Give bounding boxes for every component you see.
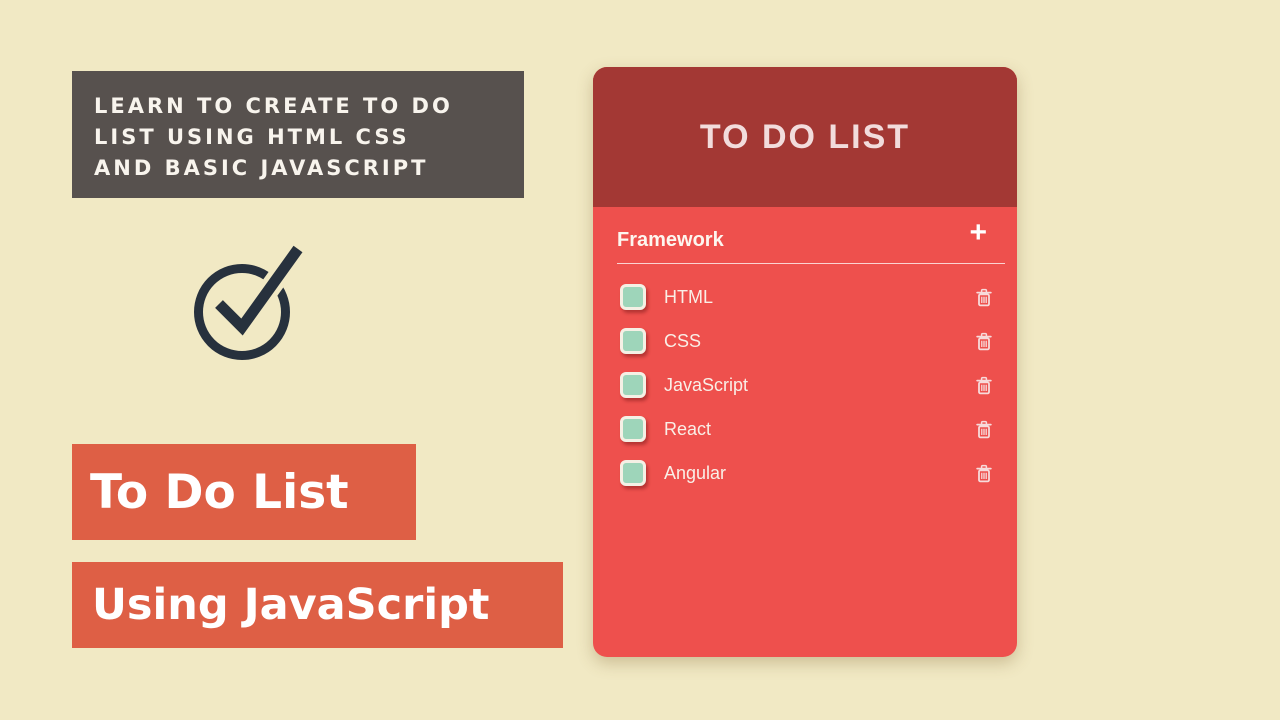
- title-badge-todo: To Do List: [72, 444, 416, 540]
- item-checkbox[interactable]: [620, 284, 646, 310]
- headline-banner: LEARN TO CREATE TO DO LIST USING HTML CS…: [72, 71, 524, 198]
- todo-item-row: HTML: [593, 275, 1017, 319]
- item-label: CSS: [664, 330, 702, 351]
- app-header: TO DO LIST: [593, 67, 1017, 207]
- trash-icon[interactable]: [976, 376, 992, 395]
- title-badge-todo-label: To Do List: [90, 464, 349, 520]
- list-header: Framework +: [593, 207, 1017, 263]
- item-label: JavaScript: [664, 374, 749, 395]
- item-label: HTML: [664, 286, 713, 307]
- thumbnail-canvas: LEARN TO CREATE TO DO LIST USING HTML CS…: [0, 0, 1280, 720]
- item-label: Angular: [664, 462, 727, 483]
- todo-item-row: Angular: [593, 451, 1017, 495]
- add-task-button[interactable]: +: [969, 218, 987, 248]
- todo-item-row: CSS: [593, 319, 1017, 363]
- headline-line-3: AND BASIC JAVASCRIPT: [94, 156, 429, 180]
- todo-app-card: TO DO LIST Framework + HTML CSS JavaScri…: [593, 67, 1017, 657]
- headline-line-1: LEARN TO CREATE TO DO: [94, 94, 453, 118]
- item-checkbox[interactable]: [620, 328, 646, 354]
- item-checkbox[interactable]: [620, 372, 646, 398]
- trash-icon[interactable]: [976, 288, 992, 307]
- checkmark-icon: [194, 242, 307, 360]
- list-title: Framework: [617, 228, 724, 251]
- title-badge-js-label: Using JavaScript: [92, 580, 490, 630]
- app-title: TO DO LIST: [699, 117, 911, 156]
- trash-icon[interactable]: [976, 420, 992, 439]
- todo-item-row: JavaScript: [593, 363, 1017, 407]
- app-body: Framework + HTML CSS JavaScript React An…: [593, 207, 1017, 495]
- trash-icon[interactable]: [976, 332, 992, 351]
- title-badge-js: Using JavaScript: [72, 562, 563, 648]
- item-checkbox[interactable]: [620, 460, 646, 486]
- trash-icon[interactable]: [976, 464, 992, 483]
- todo-item-row: React: [593, 407, 1017, 451]
- item-checkbox[interactable]: [620, 416, 646, 442]
- todo-list: HTML CSS JavaScript React Angular: [593, 264, 1017, 495]
- headline-line-2: LIST USING HTML CSS: [94, 125, 410, 149]
- item-label: React: [664, 418, 712, 439]
